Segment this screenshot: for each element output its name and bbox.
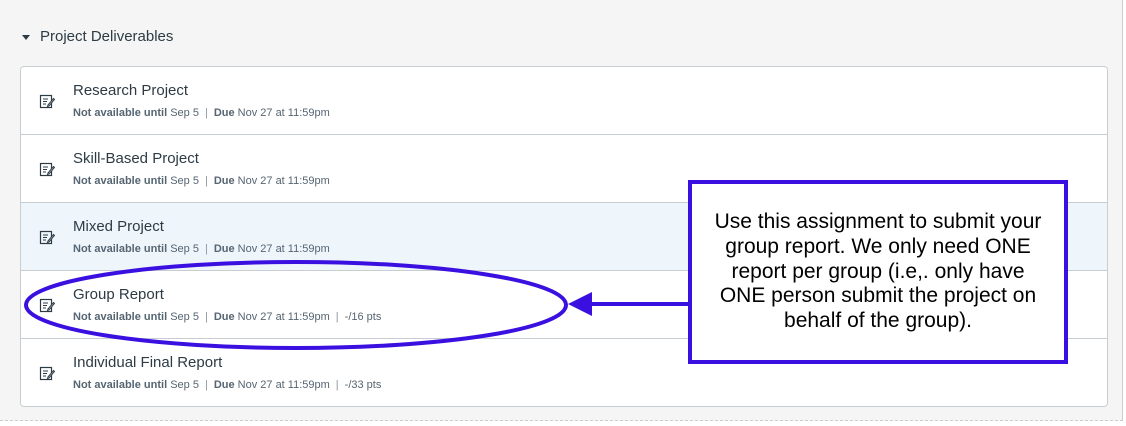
assignment-row[interactable]: Research Project Not available until Sep… <box>21 67 1107 135</box>
availability-date: Sep 5 <box>170 175 199 187</box>
due-label: Due <box>213 175 235 187</box>
points: -/16 pts <box>344 311 382 323</box>
due-label: Due <box>213 243 235 255</box>
assignment-edit-icon <box>39 298 55 313</box>
assignment-meta: Not available until Sep 5 | Due Nov 27 at … <box>73 379 382 391</box>
assignment-edit-icon <box>39 94 55 109</box>
assignment-title-link[interactable]: Individual Final Report <box>73 354 222 371</box>
assignment-meta: Not available until Sep 5 | Due Nov 27 at … <box>73 311 382 323</box>
availability-date: Sep 5 <box>170 243 199 255</box>
points: -/33 pts <box>344 379 382 391</box>
availability-label: Not available until <box>73 243 168 255</box>
module-header[interactable]: Project Deliverables <box>22 25 173 47</box>
availability-date: Sep 5 <box>170 311 199 323</box>
availability-label: Not available until <box>73 311 168 323</box>
due-date: Nov 27 at 11:59pm <box>237 311 330 323</box>
assignment-edit-icon <box>39 230 55 245</box>
caret-down-icon[interactable] <box>22 34 30 40</box>
due-label: Due <box>213 379 235 391</box>
assignment-title-link[interactable]: Group Report <box>73 286 164 303</box>
due-date: Nov 27 at 11:59pm <box>237 379 330 391</box>
due-date: Nov 27 at 11:59pm <box>237 107 330 119</box>
assignment-title-link[interactable]: Skill-Based Project <box>73 150 199 167</box>
callout-text: Use this assignment to submit your group… <box>714 210 1042 333</box>
page: Project Deliverables Research Project No… <box>0 0 1126 426</box>
assignment-edit-icon <box>39 162 55 177</box>
availability-label: Not available until <box>73 107 168 119</box>
assignment-meta: Not available until Sep 5 | Due Nov 27 at … <box>73 175 330 187</box>
annotation-callout: Use this assignment to submit your group… <box>688 180 1068 364</box>
assignment-title-link[interactable]: Mixed Project <box>73 218 164 235</box>
assignment-title-link[interactable]: Research Project <box>73 82 188 99</box>
due-label: Due <box>213 107 235 119</box>
availability-label: Not available until <box>73 379 168 391</box>
module-title: Project Deliverables <box>40 27 174 45</box>
due-label: Due <box>213 311 235 323</box>
due-date: Nov 27 at 11:59pm <box>237 243 330 255</box>
availability-date: Sep 5 <box>170 379 199 391</box>
assignment-edit-icon <box>39 366 55 381</box>
assignment-meta: Not available until Sep 5 | Due Nov 27 at … <box>73 243 330 255</box>
availability-label: Not available until <box>73 175 168 187</box>
assignment-meta: Not available until Sep 5 | Due Nov 27 at … <box>73 107 330 119</box>
due-date: Nov 27 at 11:59pm <box>237 175 330 187</box>
availability-date: Sep 5 <box>170 107 199 119</box>
